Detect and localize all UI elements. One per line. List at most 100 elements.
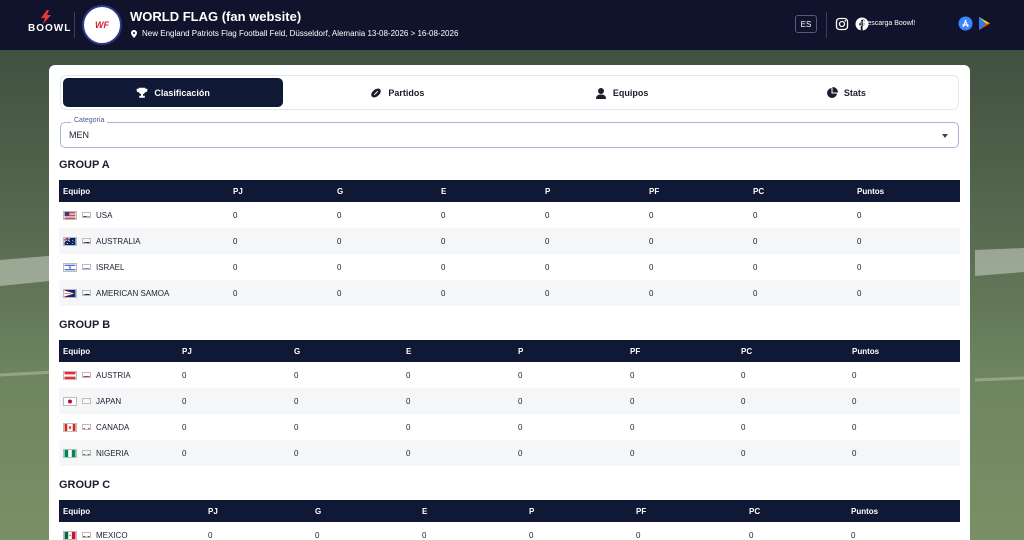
table-row[interactable]: JAPAN 0 0 0 0 0 0 0	[59, 388, 960, 414]
column-header[interactable]: P	[525, 500, 632, 522]
team-name: AUSTRALIA	[96, 236, 141, 246]
stat-cell: 0	[441, 210, 446, 220]
tab-clasificacion[interactable]: Clasificación	[63, 78, 284, 107]
column-header[interactable]: Puntos	[848, 340, 960, 362]
event-logo-text: WF	[95, 20, 109, 30]
column-header[interactable]: Equipo	[59, 180, 229, 202]
australia-flag-icon	[63, 236, 77, 246]
team-name: NIGERIA	[96, 448, 129, 458]
column-header[interactable]: Equipo	[59, 500, 204, 522]
tab-label: Equipos	[612, 87, 649, 98]
column-header[interactable]: Equipo	[59, 340, 178, 362]
mexico-flag-icon	[82, 532, 91, 538]
stat-cell: 0	[290, 440, 402, 466]
column-header[interactable]: PJ	[178, 340, 290, 362]
team-cell: USA	[59, 202, 229, 228]
stat-cell: 0	[315, 530, 320, 540]
team-name: AMERICAN SAMOA	[96, 288, 170, 298]
table-row[interactable]: AUSTRALIA 0 0 0 0 0 0 0	[59, 228, 960, 254]
stat-cell: 0	[545, 210, 550, 220]
table-row[interactable]: NIGERIA 0 0 0 0 0 0 0	[59, 440, 960, 466]
tab-stats[interactable]: Stats	[736, 78, 956, 107]
stat-cell: 0	[337, 262, 342, 272]
column-header[interactable]: E	[418, 500, 525, 522]
stat-cell: 0	[406, 370, 411, 380]
stat-cell: 0	[529, 530, 534, 540]
column-header[interactable]: PF	[626, 340, 737, 362]
japan-flag-icon	[63, 396, 77, 406]
american-samoa-flag-icon	[63, 288, 77, 298]
team-cell: ISRAEL	[59, 254, 229, 280]
stat-cell: 0	[541, 228, 645, 254]
table-row[interactable]: MEXICO 0 0 0 0 0 0 0	[59, 522, 960, 540]
column-header[interactable]: P	[514, 340, 626, 362]
standings-table: Equipo PJ G E P PF PC Puntos USA 0 0 0 0 0 0 0 AUSTRALIA…	[59, 180, 960, 306]
column-header[interactable]: PC	[737, 340, 848, 362]
tab-partidos[interactable]: Partidos	[287, 78, 507, 107]
tab-label: Stats	[843, 87, 866, 98]
stat-cell: 0	[441, 262, 446, 272]
boowl-logo[interactable]: BOOWL	[28, 10, 72, 38]
trophy-icon	[137, 87, 148, 98]
stat-cell: 0	[649, 210, 654, 220]
stat-cell: 0	[857, 262, 862, 272]
top-bar: BOOWL WF WORLD FLAG (fan website) New En…	[0, 0, 1024, 50]
logo-text: BOOWL	[28, 23, 72, 34]
column-header[interactable]: Puntos	[847, 500, 960, 522]
stat-cell: 0	[333, 280, 437, 306]
app-store-icon[interactable]	[958, 16, 973, 31]
column-header[interactable]: PF	[632, 500, 745, 522]
group-title: GROUP C	[59, 479, 111, 491]
category-value: MEN	[69, 130, 89, 140]
mexico-flag-icon	[63, 530, 77, 540]
tab-equipos[interactable]: Equipos	[512, 78, 732, 107]
team-cell: AUSTRIA	[59, 362, 178, 388]
table-row[interactable]: AMERICAN SAMOA 0 0 0 0 0 0 0	[59, 280, 960, 306]
column-header[interactable]: E	[402, 340, 514, 362]
stat-cell: 0	[437, 228, 541, 254]
stat-cell: 0	[753, 210, 758, 220]
instagram-icon[interactable]	[835, 17, 849, 31]
team-name: USA	[96, 210, 113, 220]
column-header[interactable]: PJ	[229, 180, 333, 202]
column-header[interactable]: P	[541, 180, 645, 202]
stat-cell: 0	[749, 530, 754, 540]
stat-cell: 0	[737, 388, 848, 414]
google-play-icon[interactable]	[977, 16, 992, 31]
stat-cell: 0	[857, 210, 862, 220]
column-header[interactable]: PC	[749, 180, 853, 202]
column-header[interactable]: PC	[745, 500, 847, 522]
stat-cell: 0	[649, 262, 654, 272]
stat-cell: 0	[626, 440, 737, 466]
team-cell: CANADA	[59, 414, 178, 440]
table-row[interactable]: CANADA 0 0 0 0 0 0 0	[59, 414, 960, 440]
table-row[interactable]: ISRAEL 0 0 0 0 0 0 0	[59, 254, 960, 280]
stat-cell: 0	[737, 440, 848, 466]
table-row[interactable]: USA 0 0 0 0 0 0 0	[59, 202, 960, 228]
stat-cell: 0	[233, 210, 238, 220]
stat-cell: 0	[437, 280, 541, 306]
event-logo: WF	[82, 5, 122, 45]
column-header[interactable]: G	[290, 340, 402, 362]
stat-cell: 0	[749, 280, 853, 306]
stat-cell: 0	[630, 422, 635, 432]
stat-cell: 0	[853, 280, 960, 306]
column-header[interactable]: G	[311, 500, 418, 522]
column-header[interactable]: PF	[645, 180, 749, 202]
table-header-row: Equipo PJ G E P PF PC Puntos	[59, 340, 960, 362]
nigeria-flag-icon	[82, 450, 91, 456]
group-title: GROUP A	[59, 159, 110, 171]
tab-label: Partidos	[388, 87, 425, 98]
japan-flag-icon	[82, 398, 91, 404]
column-header[interactable]: E	[437, 180, 541, 202]
column-header[interactable]: Puntos	[853, 180, 960, 202]
table-row[interactable]: AUSTRIA 0 0 0 0 0 0 0	[59, 362, 960, 388]
stat-cell: 0	[851, 530, 856, 540]
language-selector[interactable]: ES	[795, 15, 817, 33]
category-select[interactable]: Categoria MEN	[60, 117, 959, 148]
column-header[interactable]: G	[333, 180, 437, 202]
stat-cell: 0	[518, 370, 523, 380]
team-cell: AMERICAN SAMOA	[59, 280, 229, 306]
column-header[interactable]: PJ	[204, 500, 311, 522]
group-title: GROUP B	[59, 319, 111, 331]
